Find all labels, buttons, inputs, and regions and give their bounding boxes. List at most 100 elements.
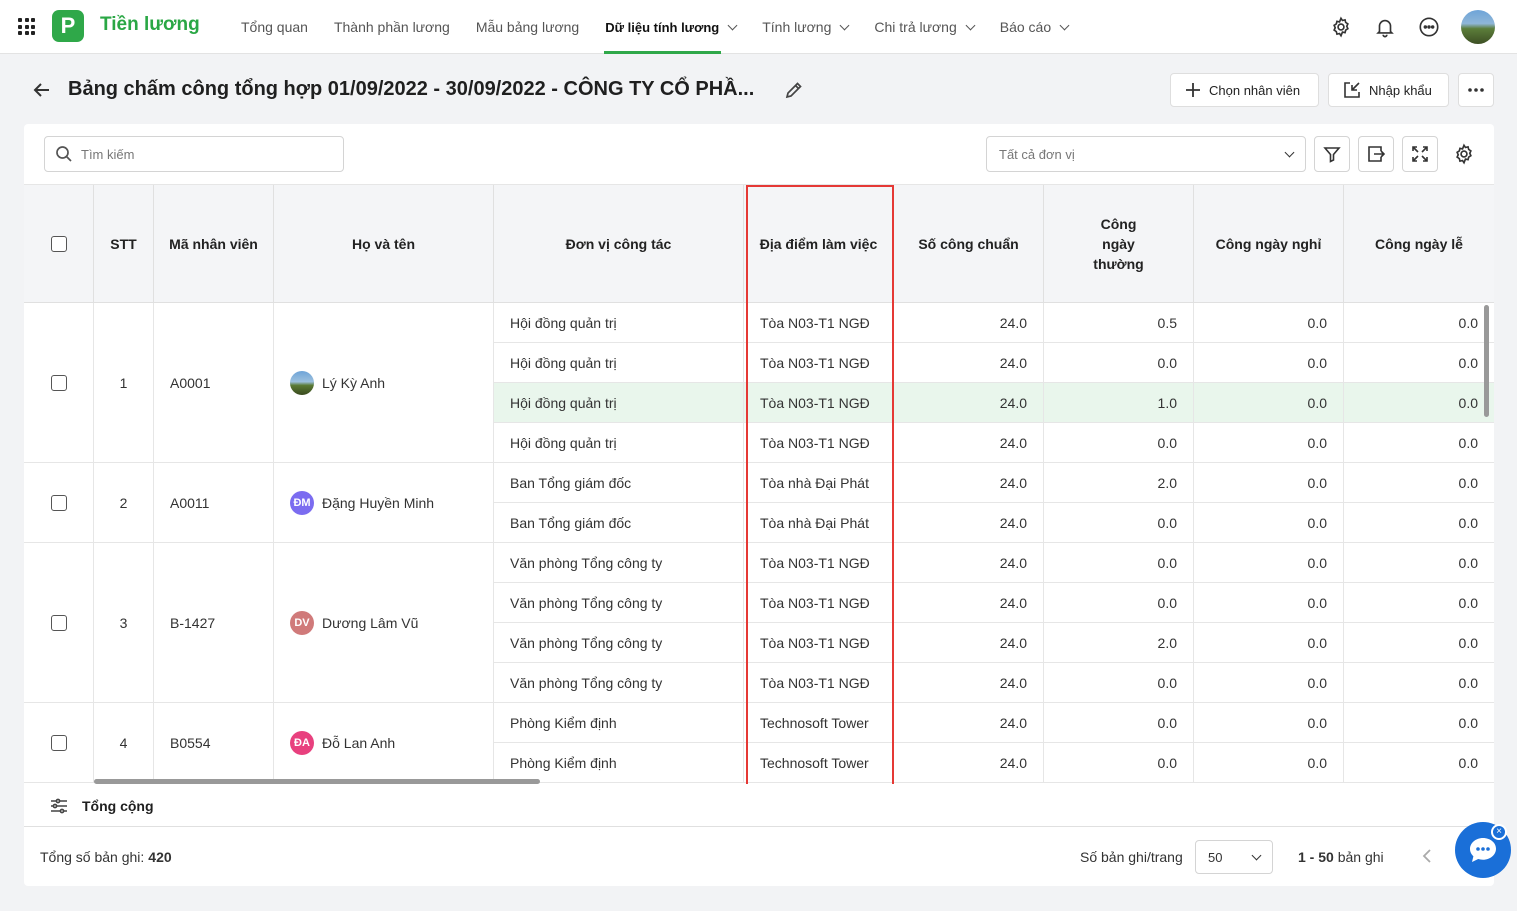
cell-normal-days: 0.0 [1044,423,1194,463]
per-page-label: Số bản ghi/trang [1080,849,1183,865]
cell-stt: 2 [94,463,154,543]
summary-icon [51,798,67,813]
select-all-checkbox[interactable] [50,236,67,252]
nav-item-label: Dữ liệu tính lương [605,19,720,35]
nav-item-label: Tổng quan [241,19,308,35]
row-checkbox[interactable] [50,494,67,511]
prev-page-icon[interactable] [1422,848,1432,866]
header-select-all[interactable] [24,185,94,303]
row-checkbox[interactable] [50,374,67,391]
cell-full-name[interactable]: Lý Kỳ Anh [274,303,494,463]
table-header: STT Mã nhân viên Họ và tên Đơn vị công t… [24,185,1494,303]
nav-item[interactable]: Chi trả lương [861,0,986,54]
table-footer: Tổng số bản ghi: 420 Số bản ghi/trang 50 … [24,828,1494,886]
fullscreen-button[interactable] [1402,136,1438,172]
chat-icon [1470,838,1496,862]
main-panel: Tất cả đơn vị STT Mã nhân viên Họ và tên… [24,124,1494,886]
pencil-icon[interactable] [784,80,804,103]
filter-button[interactable] [1314,136,1350,172]
cell-full-name[interactable]: DV Dương Lâm Vũ [274,543,494,703]
nav-item[interactable]: Thành phần lương [321,0,463,54]
nav-item-label: Thành phần lương [333,19,450,35]
employee-name: Đỗ Lan Anh [322,734,396,751]
choose-employee-button[interactable]: Chọn nhân viên [1170,73,1319,107]
nav-item-label: Tính lương [762,19,832,35]
cell-normal-days: 1.0 [1044,383,1194,423]
cell-unit: Hội đồng quản trị [494,303,744,343]
total-records: Tổng số bản ghi: 420 [40,849,172,865]
nav-item[interactable]: Tổng quan [228,0,321,54]
cell-standard-days: 24.0 [894,663,1044,703]
unit-select[interactable]: Tất cả đơn vị [986,136,1306,172]
back-arrow-icon[interactable] [32,80,52,100]
chevron-down-icon [839,20,850,30]
horizontal-scrollbar[interactable] [94,779,540,784]
cell-normal-days: 0.0 [1044,343,1194,383]
table-settings-button[interactable] [1446,136,1482,172]
more-circle-icon[interactable] [1417,15,1441,39]
import-label: Nhập khẩu [1369,82,1432,98]
employee-name: Đặng Huyền Minh [322,494,435,511]
cell-day-off: 0.0 [1194,703,1344,743]
row-select-cell[interactable] [24,703,94,783]
close-icon[interactable]: × [1491,824,1507,840]
cell-holiday: 0.0 [1344,343,1494,383]
vertical-scrollbar[interactable] [1484,305,1489,417]
cell-standard-days: 24.0 [894,303,1044,343]
user-avatar[interactable] [1461,10,1495,44]
row-select-cell[interactable] [24,303,94,463]
range-value: 1 - 50 [1298,849,1334,865]
cell-work-location: Tòa N03-T1 NGĐ [744,583,894,623]
cell-unit: Phòng Kiểm định [494,703,744,743]
cell-normal-days: 0.0 [1044,663,1194,703]
cell-work-location: Tòa N03-T1 NGĐ [744,383,894,423]
filter-icon [1323,147,1341,163]
per-page-select[interactable]: 50 [1195,840,1273,874]
total-value: 420 [148,849,172,865]
cell-stt: 4 [94,703,154,783]
settings-icon[interactable] [1329,15,1353,39]
plus-icon [1186,83,1200,97]
cell-day-off: 0.0 [1194,503,1344,543]
summary-row: Tổng cộng [24,785,1494,827]
cell-standard-days: 24.0 [894,423,1044,463]
app-grid-icon[interactable] [18,18,35,35]
cell-day-off: 0.0 [1194,663,1344,703]
bell-icon[interactable] [1373,15,1397,39]
cell-standard-days: 24.0 [894,503,1044,543]
cell-unit: Phòng Kiểm định [494,743,744,783]
cell-holiday: 0.0 [1344,303,1494,343]
cell-standard-days: 24.0 [894,383,1044,423]
nav-item[interactable]: Mẫu bảng lương [463,0,592,54]
nav-item[interactable]: Báo cáo [987,0,1081,54]
cell-normal-days: 0.0 [1044,743,1194,783]
row-checkbox[interactable] [50,734,67,751]
search-input[interactable] [81,146,321,162]
cell-work-location: Tòa N03-T1 NGĐ [744,423,894,463]
cell-standard-days: 24.0 [894,463,1044,503]
export-button[interactable] [1358,136,1394,172]
cell-unit: Văn phòng Tổng công ty [494,623,744,663]
cell-full-name[interactable]: ĐM Đặng Huyền Minh [274,463,494,543]
page-title: Bảng chấm công tổng hợp 01/09/2022 - 30/… [68,78,755,100]
row-checkbox[interactable] [50,614,67,631]
cell-holiday: 0.0 [1344,743,1494,783]
cell-work-location: Tòa N03-T1 NGĐ [744,663,894,703]
import-button[interactable]: Nhập khẩu [1328,73,1449,107]
chevron-down-icon [1059,20,1070,30]
nav-item[interactable]: Dữ liệu tính lương [592,0,749,54]
app-title[interactable]: Tiền lương [100,14,200,36]
more-options-button[interactable] [1458,73,1494,107]
cell-full-name[interactable]: ĐA Đỗ Lan Anh [274,703,494,783]
cell-standard-days: 24.0 [894,623,1044,663]
import-icon [1344,82,1360,98]
search-box[interactable] [44,136,344,172]
cell-unit: Hội đồng quản trị [494,343,744,383]
nav-item[interactable]: Tính lương [749,0,861,54]
cell-day-off: 0.0 [1194,303,1344,343]
row-select-cell[interactable] [24,543,94,703]
cell-normal-days: 0.0 [1044,703,1194,743]
header-stt: STT [94,185,154,303]
cell-work-location: Tòa N03-T1 NGĐ [744,343,894,383]
row-select-cell[interactable] [24,463,94,543]
